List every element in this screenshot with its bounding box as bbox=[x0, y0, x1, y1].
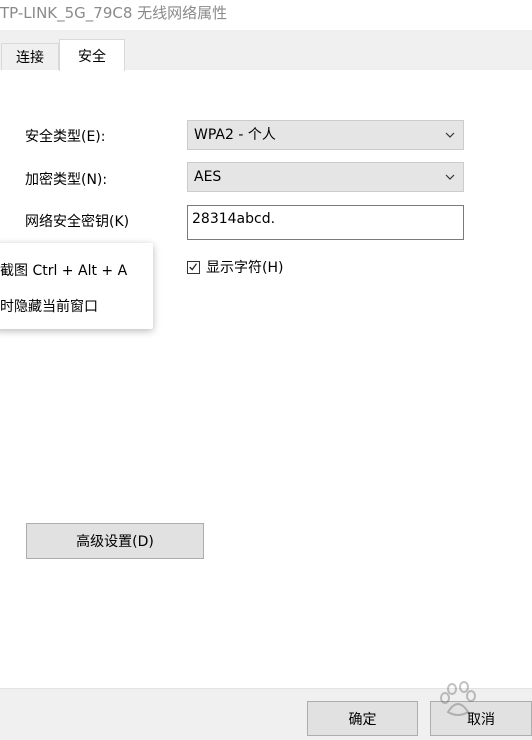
screenshot-popup-menu: 截图 Ctrl + Alt + A 时隐藏当前窗口 bbox=[0, 243, 153, 329]
security-key-input[interactable]: 28314abcd. bbox=[187, 205, 464, 240]
ok-button[interactable]: 确定 bbox=[307, 701, 418, 736]
encryption-type-label: 加密类型(N): bbox=[25, 172, 108, 188]
show-characters-checkbox[interactable] bbox=[187, 260, 200, 274]
title-bar: TP-LINK_5G_79C8 无线网络属性 bbox=[0, 0, 532, 30]
encryption-type-select[interactable]: AES bbox=[187, 162, 464, 192]
encryption-type-value: AES bbox=[194, 169, 222, 185]
advanced-settings-button[interactable]: 高级设置(D) bbox=[26, 523, 204, 559]
popup-item-hide-window[interactable]: 时隐藏当前窗口 bbox=[0, 296, 98, 316]
tab-security[interactable]: 安全 bbox=[59, 39, 125, 71]
ok-button-label: 确定 bbox=[348, 711, 377, 728]
tab-connection-label: 连接 bbox=[16, 50, 44, 66]
tab-security-label: 安全 bbox=[78, 48, 106, 65]
security-type-label: 安全类型(E): bbox=[25, 129, 106, 145]
chevron-down-icon bbox=[445, 132, 455, 138]
popup-item-screenshot[interactable]: 截图 Ctrl + Alt + A bbox=[0, 260, 127, 280]
security-type-value: WPA2 - 个人 bbox=[194, 127, 276, 143]
security-key-value: 28314abcd. bbox=[192, 211, 276, 227]
security-type-select[interactable]: WPA2 - 个人 bbox=[187, 120, 464, 150]
window-title: TP-LINK_5G_79C8 无线网络属性 bbox=[0, 4, 228, 22]
show-characters-label: 显示字符(H) bbox=[206, 260, 284, 276]
show-characters-option[interactable]: 显示字符(H) bbox=[187, 257, 283, 277]
tab-connection[interactable]: 连接 bbox=[1, 43, 59, 70]
security-key-label: 网络安全密钥(K) bbox=[25, 214, 130, 230]
checkmark-icon bbox=[189, 262, 197, 271]
chevron-down-icon bbox=[445, 174, 455, 180]
cancel-button-label: 取消 bbox=[467, 711, 495, 728]
cancel-button[interactable]: 取消 bbox=[430, 701, 532, 736]
tab-strip: 连接 安全 bbox=[0, 30, 532, 71]
advanced-settings-label: 高级设置(D) bbox=[76, 534, 154, 550]
